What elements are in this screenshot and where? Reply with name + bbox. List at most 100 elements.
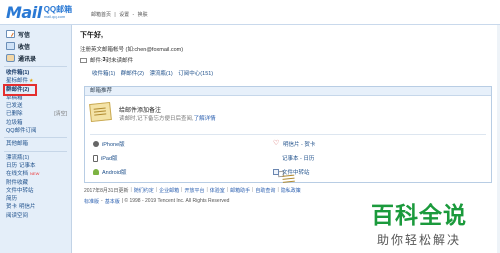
- sent-highlight-box: [3, 84, 37, 96]
- write-icon: [6, 30, 15, 38]
- sidebar-item-label: 在线文档: [6, 171, 29, 178]
- sidebar-item-cards-row: 贺卡 明信片: [6, 203, 71, 211]
- sidebar-item-resume[interactable]: 简历: [6, 195, 71, 203]
- watermark: 百科全说 助你轻松解决: [371, 196, 495, 248]
- count-group[interactable]: 群邮件(2): [121, 71, 144, 77]
- footer-link-assistant[interactable]: 邮箱助手: [230, 187, 250, 194]
- other-mailbox-list: 其他邮箱: [0, 140, 71, 148]
- sidebar-divider: [4, 66, 67, 67]
- sidebar-item-file-transfer[interactable]: 文件中转站: [6, 187, 71, 195]
- app-label: iPad版: [101, 156, 118, 162]
- footer-sep: |: [206, 187, 208, 193]
- sidebar-item-online-docs[interactable]: 在线文档 NEW: [6, 170, 71, 178]
- main-content: 下午好, 注册英文邮箱帐号 (如:chen@foxmail.com) 邮件: 3…: [80, 30, 500, 77]
- register-email-link[interactable]: 注册英文邮箱帐号: [80, 47, 124, 53]
- footer-update-date: 2017年8月31日更新: [84, 188, 129, 194]
- sidebar-item-spam[interactable]: 垃圾箱: [6, 119, 71, 127]
- app-label: 明信片 - 贺卡: [283, 142, 316, 148]
- count-subscriptions[interactable]: 订阅中心(151): [178, 71, 213, 77]
- sidebar-item-calendar-row: 日历 记事本: [6, 162, 71, 170]
- sidebar-item-calendar[interactable]: 日历: [6, 163, 17, 169]
- folder-list: 收件箱(1) 星标邮件★ 群邮件(2) 草稿箱 已发送 已删除 [清空] 垃圾箱 …: [0, 69, 71, 135]
- unread-status: 邮件: 3 封未读邮件: [80, 56, 500, 64]
- quick-actions: 写信 收信 通讯录: [0, 25, 71, 64]
- app-android[interactable]: Android版: [93, 167, 126, 177]
- top-bar: Mail QQ邮箱 mail.qq.com 邮箱首页 | 设置 - 换肤: [0, 0, 500, 26]
- receive-label: 收信: [18, 44, 31, 51]
- footer-version-line: 标准版 - 基本版 | © 1998 - 2019 Tencent Inc. A…: [84, 198, 303, 205]
- top-links: 邮箱首页 | 设置 - 换肤: [91, 11, 150, 18]
- sidebar-item-deleted[interactable]: 已删除 [清空]: [6, 110, 71, 118]
- sidebar-item-reading-space[interactable]: 阅读空间: [6, 212, 71, 220]
- qqmail-logo[interactable]: Mail QQ邮箱 mail.qq.com: [6, 2, 72, 22]
- account-hint: (如:chen@foxmail.com): [125, 47, 184, 53]
- logo-mail-text: Mail: [6, 2, 42, 22]
- link-skin[interactable]: 换肤: [138, 12, 148, 18]
- footer-sep: |: [155, 187, 158, 193]
- write-label: 写信: [18, 32, 31, 39]
- count-inbox[interactable]: 收件箱(1): [92, 71, 115, 77]
- panel-title: 邮箱推荐: [85, 87, 491, 96]
- app-postcards[interactable]: ♡ 明信片 - 贺卡: [273, 139, 315, 149]
- sidebar-item-notepad[interactable]: 记事本: [19, 163, 36, 169]
- receive-button[interactable]: 收信: [6, 40, 71, 52]
- footer-link-open-platform[interactable]: 开放平台: [184, 187, 204, 194]
- rec-title[interactable]: 给邮件添加备注: [119, 105, 161, 114]
- watermark-title-row: 百科全说: [371, 196, 495, 230]
- account-line: 注册英文邮箱帐号 (如:chen@foxmail.com): [80, 45, 500, 53]
- sidebar-item-sent[interactable]: 已发送: [6, 102, 71, 110]
- panel-divider: [90, 134, 486, 135]
- write-button[interactable]: 写信: [6, 28, 71, 40]
- sidebar-item-drift-bottle[interactable]: 漂流瓶(1): [6, 154, 71, 162]
- footer-sep: |: [130, 187, 132, 193]
- app-file-transfer[interactable]: 文件中转站: [273, 167, 310, 177]
- copyright-text: | © 1998 - 2019 Tencent Inc. All Rights …: [121, 198, 230, 204]
- count-bottle[interactable]: 漂流瓶(1): [150, 71, 173, 77]
- app-notepad[interactable]: 记事本 - 日历: [273, 153, 315, 178]
- contacts-label: 通讯录: [18, 56, 37, 63]
- sidebar-item-other-mailboxes[interactable]: 其他邮箱: [6, 140, 71, 148]
- footer-link-lab[interactable]: 体验室: [210, 187, 225, 194]
- contacts-icon: [6, 54, 15, 62]
- apple-icon: [93, 141, 99, 147]
- version-basic-link[interactable]: 基本版: [105, 198, 120, 205]
- footer-link-enterprise[interactable]: 企业邮箱: [159, 187, 179, 194]
- link-settings[interactable]: 设置: [119, 12, 129, 18]
- sidebar-item-greeting-cards[interactable]: 贺卡: [6, 204, 17, 210]
- sidebar: 写信 收信 通讯录 收件箱(1) 星标邮件★ 群邮件(2) 草稿箱 已发送 已删…: [0, 25, 72, 253]
- watermark-title: 百科全说: [371, 203, 467, 229]
- empty-trash-link[interactable]: [清空]: [54, 110, 67, 118]
- sidebar-item-attachments[interactable]: 附件收藏: [6, 179, 71, 187]
- footer-link-privacy[interactable]: 隐私政策: [281, 187, 301, 194]
- sidebar-divider: [4, 137, 67, 139]
- app-label: 记事本 - 日历: [282, 156, 315, 162]
- watermark-subtitle: 助你轻松解决: [377, 233, 462, 247]
- app-iphone[interactable]: iPhone版: [93, 139, 125, 149]
- link-home[interactable]: 邮箱首页: [91, 12, 111, 18]
- sidebar-divider: [4, 150, 67, 152]
- app-ipad[interactable]: iPad版: [93, 153, 118, 163]
- footer-sep: |: [252, 187, 254, 193]
- version-standard-link[interactable]: 标准版: [84, 198, 99, 205]
- new-badge: NEW: [30, 171, 40, 177]
- learn-more-link[interactable]: 了解详情: [194, 116, 216, 122]
- footer-sep: |: [181, 187, 183, 193]
- footer-sep: |: [277, 187, 279, 193]
- extras-list: 漂流瓶(1) 日历 记事本 在线文档 NEW 附件收藏 文件中转站 简历 贺卡 明信片…: [0, 154, 71, 220]
- top-divider: [0, 24, 500, 25]
- sidebar-item-inbox[interactable]: 收件箱(1): [6, 69, 71, 77]
- envelope-icon: [80, 57, 87, 63]
- footer-link-self-help[interactable]: 自助查询: [255, 187, 275, 194]
- footer-link-agreement[interactable]: 随们约定: [134, 187, 154, 194]
- sidebar-item-label: 已删除: [6, 111, 23, 118]
- inbox-icon: [6, 42, 15, 50]
- logo-qq-text: QQ邮箱: [43, 4, 73, 14]
- logo-qq-block: QQ邮箱 mail.qq.com: [43, 4, 73, 19]
- sidebar-item-postcards[interactable]: 明信片: [19, 204, 36, 210]
- footer-sep: -: [101, 198, 103, 204]
- contacts-button[interactable]: 通讯录: [6, 52, 71, 64]
- footer: 2017年8月31日更新 | 随们约定 | 企业邮箱 | 开放平台 | 体验室 …: [84, 187, 303, 205]
- app-label: 文件中转站: [282, 170, 310, 176]
- sidebar-item-subscriptions[interactable]: QQ邮件订阅: [6, 127, 71, 135]
- heart-icon: ♡: [273, 140, 280, 147]
